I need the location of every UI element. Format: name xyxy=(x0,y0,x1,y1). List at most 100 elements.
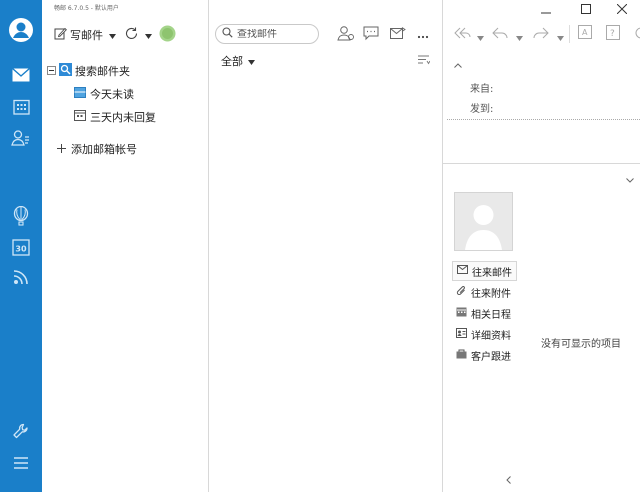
svg-text:A: A xyxy=(582,28,588,37)
refresh-button[interactable] xyxy=(124,27,139,43)
filter-dropdown[interactable]: 全部 xyxy=(221,53,255,69)
folder-pane: 畅邮 6.7.0.5 - 默认用户 写邮件 搜索邮件夹 今天未读 三天内未回复 … xyxy=(42,0,209,492)
envelope-flag-icon xyxy=(390,27,406,43)
compose-label: 写邮件 xyxy=(70,29,103,42)
search-box[interactable] xyxy=(215,24,319,44)
search-folder-label: 搜索邮件夹 xyxy=(75,65,130,78)
search-folder-icon xyxy=(59,63,72,79)
collapse-icon[interactable] xyxy=(47,65,56,78)
side-tab-label: 相关日程 xyxy=(471,310,511,321)
wrench-icon[interactable] xyxy=(8,420,34,442)
envelope-icon xyxy=(457,265,468,277)
chevron-down-icon xyxy=(109,29,116,42)
side-tab-details[interactable]: 详细资料 xyxy=(452,325,515,344)
maximize-button[interactable] xyxy=(571,0,601,20)
folder-item-unreplied-3days[interactable]: 三天内未回复 xyxy=(74,108,156,126)
side-tab-attachments[interactable]: 往来附件 xyxy=(452,283,515,302)
side-tab-label: 详细资料 xyxy=(471,331,511,342)
sort-icon xyxy=(418,55,431,68)
reply-all-dropdown[interactable] xyxy=(477,31,484,44)
svg-text:?: ? xyxy=(610,29,615,39)
status-indicator[interactable] xyxy=(159,25,176,44)
calendar-folder-icon xyxy=(74,110,86,124)
panel-scroll-left-button[interactable] xyxy=(506,474,511,487)
compose-icon xyxy=(54,27,67,43)
chevron-down-icon xyxy=(248,55,255,68)
from-label: 来自: xyxy=(470,84,494,95)
reply-dropdown[interactable] xyxy=(516,31,523,44)
add-account-button[interactable]: 添加邮箱帐号 xyxy=(57,140,137,158)
close-button[interactable] xyxy=(607,0,637,20)
more-tools-button[interactable] xyxy=(634,27,640,41)
contact-photo xyxy=(454,192,513,251)
search-folder-row[interactable]: 搜索邮件夹 xyxy=(47,62,130,80)
navigation-rail: 30 xyxy=(0,0,42,492)
contact-filter-button[interactable] xyxy=(337,26,355,44)
forward-icon xyxy=(533,27,549,42)
compose-button[interactable]: 写邮件 xyxy=(54,26,103,44)
side-tab-mail-history[interactable]: 往来邮件 xyxy=(452,261,517,281)
minimize-button[interactable] xyxy=(531,0,561,20)
forward-button[interactable] xyxy=(533,27,549,41)
pane-splitter[interactable] xyxy=(443,163,640,164)
balloon-icon[interactable] xyxy=(8,205,34,227)
side-tab-label: 客户跟进 xyxy=(471,352,511,363)
search-icon xyxy=(222,27,233,41)
close-icon xyxy=(616,3,628,17)
mark-unread-button[interactable] xyxy=(390,27,406,43)
side-tab-label: 往来附件 xyxy=(471,289,511,300)
id-card-icon xyxy=(456,328,467,341)
contacts-icon[interactable] xyxy=(8,127,34,149)
header-collapse-button[interactable] xyxy=(454,58,462,71)
person-filter-icon xyxy=(337,25,355,45)
person-silhouette-icon xyxy=(455,205,512,253)
sort-button[interactable] xyxy=(418,55,431,68)
font-size-button[interactable]: A xyxy=(578,25,593,43)
more-dots-icon xyxy=(417,29,429,42)
message-list-pane: 全部 xyxy=(209,0,443,492)
font-size-icon: A xyxy=(578,25,593,43)
plus-icon xyxy=(57,143,66,156)
folder-label: 三天内未回复 xyxy=(90,111,156,124)
date-30-icon[interactable]: 30 xyxy=(8,236,34,258)
compose-dropdown-button[interactable] xyxy=(109,28,116,42)
add-account-label: 添加邮箱帐号 xyxy=(71,143,137,156)
menu-icon[interactable] xyxy=(8,452,34,474)
refresh-dropdown-button[interactable] xyxy=(145,28,152,42)
header-divider xyxy=(447,119,640,120)
chat-bubble-icon xyxy=(363,26,379,44)
chevron-down-icon xyxy=(557,31,564,44)
side-tab-label: 往来邮件 xyxy=(472,267,512,279)
chevron-down-icon xyxy=(516,31,523,44)
calendar-small-icon xyxy=(456,307,467,320)
side-tab-followup[interactable]: 客户跟进 xyxy=(452,346,515,365)
app-version-text: 畅邮 6.7.0.5 - 默认用户 xyxy=(54,5,119,12)
avatar[interactable] xyxy=(8,17,34,43)
side-tab-schedule[interactable]: 相关日程 xyxy=(452,304,515,323)
settings-icon xyxy=(634,27,640,41)
chevron-down-icon xyxy=(145,29,152,42)
help-icon: ? xyxy=(606,25,620,43)
maximize-icon xyxy=(581,3,591,17)
toolbar-divider xyxy=(569,25,570,43)
mail-icon[interactable] xyxy=(8,64,34,86)
refresh-icon xyxy=(124,26,139,44)
conversation-button[interactable] xyxy=(363,26,379,44)
reply-button[interactable] xyxy=(492,27,508,41)
filter-label: 全部 xyxy=(221,55,243,68)
svg-text:30: 30 xyxy=(15,244,27,253)
forward-dropdown[interactable] xyxy=(557,31,564,44)
reply-all-button[interactable] xyxy=(453,27,471,41)
search-input[interactable] xyxy=(237,28,307,40)
contact-panel-toggle[interactable] xyxy=(626,173,634,186)
followup-icon xyxy=(456,349,467,362)
chevron-left-icon xyxy=(506,474,511,487)
folder-label: 今天未读 xyxy=(90,88,134,101)
more-button[interactable] xyxy=(417,26,429,44)
calendar-icon[interactable] xyxy=(8,96,34,118)
paperclip-icon xyxy=(456,285,467,300)
help-button[interactable]: ? xyxy=(606,25,620,43)
rss-icon[interactable] xyxy=(8,266,34,288)
folder-item-unread-today[interactable]: 今天未读 xyxy=(74,85,134,103)
chevron-down-icon xyxy=(626,173,634,186)
